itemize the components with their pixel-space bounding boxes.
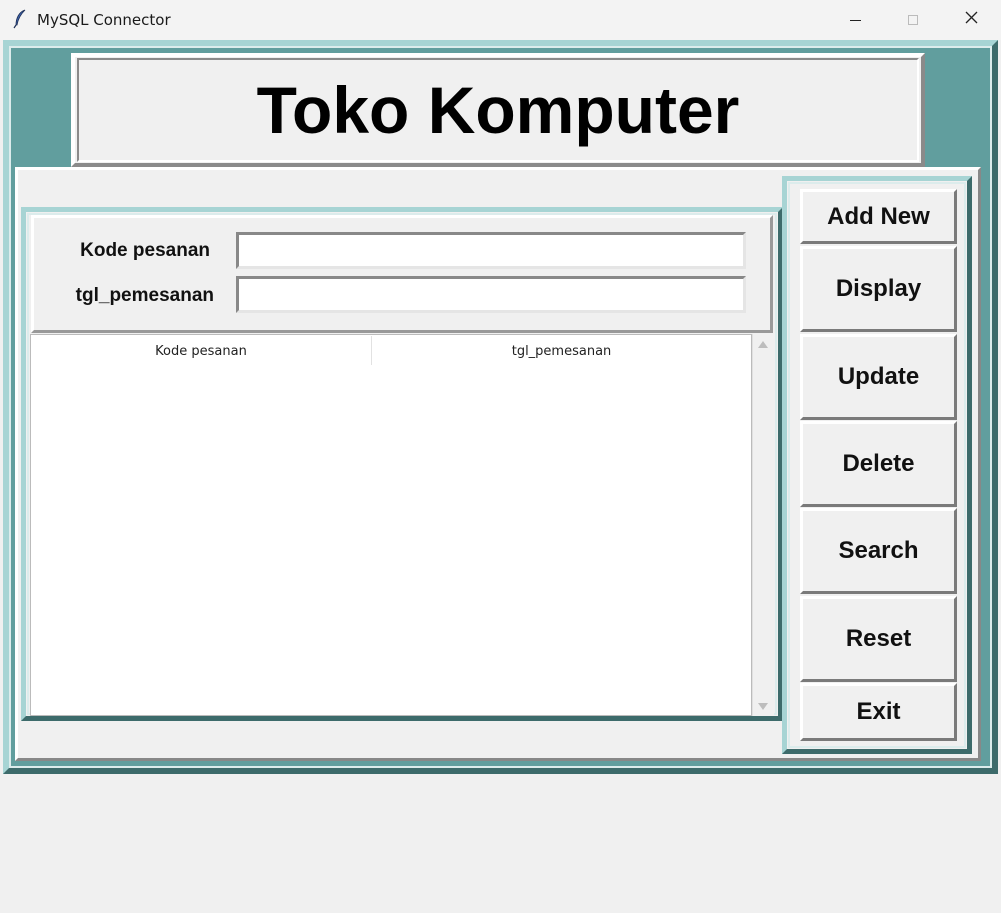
scroll-down-icon[interactable] (758, 703, 768, 710)
tgl-pemesanan-label: tgl_pemesanan (75, 285, 214, 306)
vertical-scrollbar[interactable] (752, 334, 774, 716)
display-button[interactable]: Display (800, 246, 957, 332)
data-table[interactable] (30, 334, 752, 716)
search-button[interactable]: Search (800, 508, 957, 594)
close-button[interactable] (942, 0, 1000, 40)
scroll-up-icon[interactable] (758, 341, 768, 348)
kode-pesanan-input[interactable] (236, 232, 746, 269)
feather-icon (13, 9, 27, 29)
kode-pesanan-label: Kode pesanan (80, 240, 210, 261)
close-icon (965, 11, 978, 29)
column-header-kode-pesanan[interactable]: Kode pesanan (31, 336, 371, 366)
page-title: Toko Komputer (256, 73, 740, 147)
reset-button[interactable]: Reset (800, 596, 957, 682)
update-button[interactable]: Update (800, 334, 957, 420)
maximize-button[interactable] (884, 0, 942, 40)
column-header-tgl-pemesanan[interactable]: tgl_pemesanan (372, 336, 751, 366)
minimize-icon (849, 19, 861, 21)
tgl-pemesanan-input[interactable] (236, 276, 746, 313)
delete-button[interactable]: Delete (800, 421, 957, 507)
minimize-button[interactable] (826, 0, 884, 40)
exit-button[interactable]: Exit (800, 683, 957, 741)
window-title: MySQL Connector (37, 11, 171, 29)
add-new-button[interactable]: Add New (800, 189, 957, 244)
maximize-icon (908, 15, 918, 25)
